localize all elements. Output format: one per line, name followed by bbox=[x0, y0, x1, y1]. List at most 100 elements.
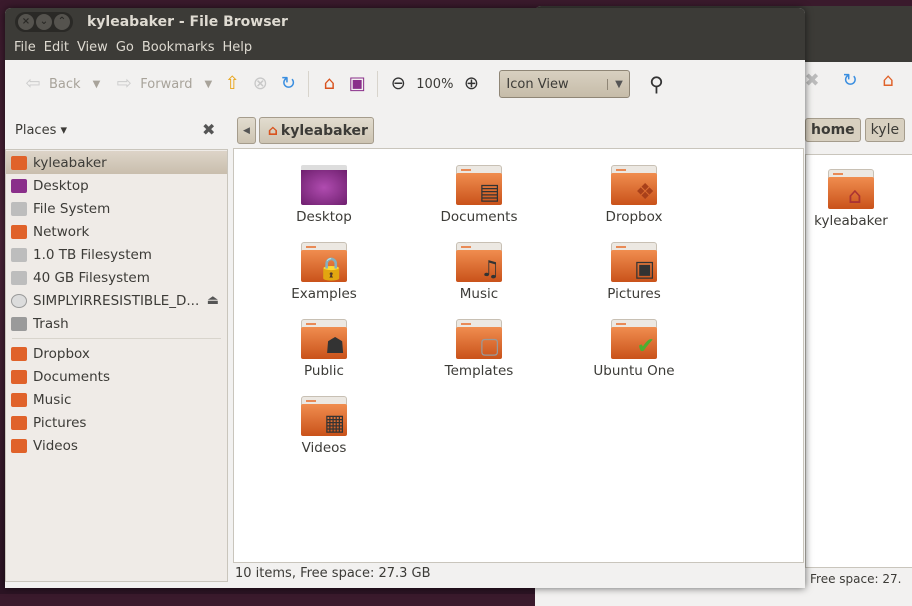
back-history-dropdown[interactable]: ▼ bbox=[89, 79, 105, 90]
menu-file[interactable]: File bbox=[10, 40, 40, 55]
stop-icon[interactable]: ⊗ bbox=[248, 73, 272, 95]
file-label: Public bbox=[304, 363, 344, 379]
back-button[interactable]: ⇦ Back bbox=[17, 73, 85, 95]
back-arrow-icon: ⇦ bbox=[25, 73, 41, 94]
menu-bar: File Edit View Go Bookmarks Help bbox=[5, 35, 805, 60]
folder-icon bbox=[11, 346, 27, 361]
file-item[interactable]: ▢ Templates bbox=[414, 319, 544, 379]
sidebar-item-label: Videos bbox=[33, 437, 78, 454]
sidebar-item-40-gb-filesystem[interactable]: 40 GB Filesystem bbox=[6, 266, 227, 289]
documents-folder-icon: ▤ bbox=[456, 165, 502, 205]
up-arrow-icon[interactable]: ⇧ bbox=[220, 73, 244, 95]
trash-icon bbox=[11, 316, 27, 331]
documents-folder-icon bbox=[11, 369, 27, 384]
file-item[interactable]: ♫ Music bbox=[414, 242, 544, 302]
view-mode-select[interactable]: Icon View ▼ bbox=[499, 70, 631, 98]
back-label: Back bbox=[49, 76, 81, 92]
forward-history-dropdown[interactable]: ▼ bbox=[201, 79, 217, 90]
file-item[interactable]: ☗ Public bbox=[259, 319, 389, 379]
separator bbox=[377, 71, 379, 97]
breadcrumb-kyle[interactable]: kyle bbox=[864, 118, 906, 142]
file-label: Music bbox=[459, 286, 499, 302]
places-label: Places bbox=[15, 123, 57, 138]
menu-bookmarks[interactable]: Bookmarks bbox=[138, 40, 219, 55]
file-item[interactable]: ▤ Documents bbox=[414, 165, 544, 225]
sidebar-item-label: Music bbox=[33, 391, 72, 408]
file-label: Videos bbox=[301, 440, 347, 456]
desktop-folder-icon bbox=[301, 165, 347, 205]
pictures-folder-icon: ▣ bbox=[611, 242, 657, 282]
sidebar-item-file-system[interactable]: File System bbox=[6, 197, 227, 220]
reload-icon[interactable]: ↻ bbox=[276, 73, 300, 95]
sidebar-item-label: Pictures bbox=[33, 414, 87, 431]
eject-icon[interactable]: ⏏ bbox=[207, 293, 219, 308]
file-item[interactable]: ▣ Pictures bbox=[569, 242, 699, 302]
sidebar-item-music[interactable]: Music bbox=[6, 388, 227, 411]
file-label: Templates bbox=[444, 363, 514, 379]
home-folder-icon: ⌂ bbox=[267, 122, 278, 139]
status-bar: 10 items, Free space: 27.3 GB bbox=[235, 566, 431, 581]
home-folder-icon[interactable]: ⌂ bbox=[317, 73, 341, 95]
file-item[interactable]: ▦ Videos bbox=[259, 396, 389, 456]
file-view[interactable]: Desktop ▤ Documents ❖ Dropbox 🔒 Examples ♫ Music… bbox=[233, 148, 804, 563]
zoom-out-icon[interactable]: ⊖ bbox=[386, 73, 410, 95]
forward-button[interactable]: ⇨ Forward bbox=[108, 73, 196, 95]
sidebar-item-simplyirresistible-d[interactable]: SIMPLYIRRESISTIBLE_D... ⏏ bbox=[6, 289, 227, 312]
network-icon bbox=[11, 224, 27, 239]
forward-arrow-icon: ⇨ bbox=[116, 73, 132, 94]
home-icon[interactable]: ⌂ bbox=[876, 70, 900, 92]
divider bbox=[12, 338, 221, 339]
menu-view[interactable]: View bbox=[73, 40, 112, 55]
file-item[interactable]: ❖ Dropbox bbox=[569, 165, 699, 225]
computer-icon[interactable]: ▣ bbox=[345, 73, 369, 95]
menu-help[interactable]: Help bbox=[218, 40, 256, 55]
close-window-button[interactable]: × bbox=[18, 13, 34, 30]
forward-label: Forward bbox=[140, 76, 193, 92]
breadcrumb-label: kyleabaker bbox=[280, 122, 368, 139]
background-status: Free space: 27. bbox=[810, 572, 902, 586]
sidebar-item-label: kyleabaker bbox=[33, 154, 107, 171]
desktop-icon bbox=[11, 178, 27, 193]
sidebar-item-documents[interactable]: Documents bbox=[6, 365, 227, 388]
menu-edit[interactable]: Edit bbox=[40, 40, 73, 55]
file-label: kyleabaker bbox=[814, 213, 888, 229]
chevron-down-icon: ▼ bbox=[607, 78, 629, 90]
dropbox-folder-icon: ❖ bbox=[611, 165, 657, 205]
sidebar-item-pictures[interactable]: Pictures bbox=[6, 411, 227, 434]
window-controls: × ⌄ ⌃ bbox=[15, 11, 73, 32]
file-item[interactable]: ⌂ kyleabaker bbox=[796, 169, 906, 229]
drive-icon bbox=[11, 247, 27, 262]
sidebar-item-kyleabaker[interactable]: kyleabaker bbox=[6, 151, 227, 174]
close-sidebar-icon[interactable]: ✖ bbox=[202, 120, 215, 139]
home-folder-icon bbox=[11, 155, 27, 170]
file-label: Documents bbox=[440, 209, 518, 225]
reload-icon[interactable]: ↻ bbox=[838, 70, 862, 92]
file-item[interactable]: 🔒 Examples bbox=[259, 242, 389, 302]
sidebar-item-network[interactable]: Network bbox=[6, 220, 227, 243]
drive-icon bbox=[11, 270, 27, 285]
places-dropdown[interactable]: Places ▾ bbox=[15, 123, 67, 138]
breadcrumb-kyleabaker[interactable]: ⌂ kyleabaker bbox=[258, 117, 374, 144]
maximize-window-button[interactable]: ⌃ bbox=[54, 13, 70, 30]
menu-go[interactable]: Go bbox=[112, 40, 138, 55]
search-icon[interactable]: ⚲ bbox=[644, 73, 668, 95]
file-item[interactable]: ✔ Ubuntu One bbox=[569, 319, 699, 379]
sidebar-item-videos[interactable]: Videos bbox=[6, 434, 227, 457]
file-browser-window: × ⌄ ⌃ kyleabaker - File Browser File Edi… bbox=[5, 8, 805, 588]
sidebar-item-1-0-tb-filesystem[interactable]: 1.0 TB Filesystem bbox=[6, 243, 227, 266]
zoom-in-icon[interactable]: ⊕ bbox=[459, 73, 483, 95]
sidebar-item-trash[interactable]: Trash bbox=[6, 312, 227, 335]
toolbar: ⇦ Back ▼ ⇨ Forward ▼ ⇧ ⊗ ↻ ⌂ ▣ ⊖ 100% ⊕ Ic… bbox=[5, 60, 805, 108]
minimize-window-button[interactable]: ⌄ bbox=[36, 13, 52, 30]
cd-icon bbox=[11, 293, 27, 308]
sidebar-item-desktop[interactable]: Desktop bbox=[6, 174, 227, 197]
breadcrumb-home[interactable]: home bbox=[805, 118, 861, 142]
breadcrumb-left-arrow[interactable]: ◀ bbox=[237, 117, 256, 144]
file-item[interactable]: Desktop bbox=[259, 165, 389, 225]
sidebar-item-label: 40 GB Filesystem bbox=[33, 269, 150, 286]
ubuntu-one-folder-icon: ✔ bbox=[611, 319, 657, 359]
zoom-level[interactable]: 100% bbox=[416, 77, 453, 92]
sidebar-item-dropbox[interactable]: Dropbox bbox=[6, 342, 227, 365]
pictures-folder-icon bbox=[11, 415, 27, 430]
sidebar-item-label: Desktop bbox=[33, 177, 89, 194]
